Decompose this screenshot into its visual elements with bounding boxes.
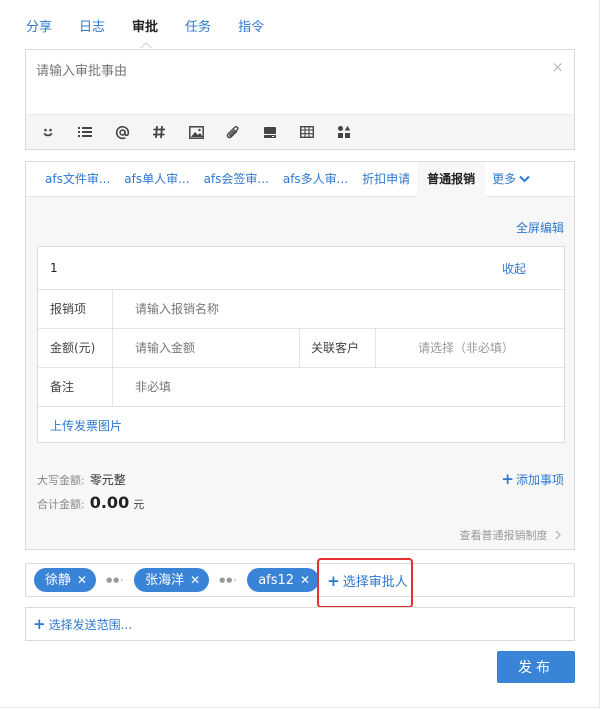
chevron-down-icon (519, 162, 530, 197)
tab-afs-multi-approval[interactable]: afs多人审... (276, 162, 355, 197)
customer-label: 关联客户 (299, 329, 376, 367)
hashtag-icon[interactable] (149, 122, 169, 142)
amount-in-words-value: 零元整 (89, 473, 126, 487)
compose-toolbar (26, 114, 574, 149)
policy-label: 查看普通报销制度 (459, 529, 548, 542)
approver-chip[interactable]: afs12 ✕ (247, 568, 320, 592)
apps-icon[interactable] (334, 122, 354, 142)
approval-type-tabs: afs文件审... afs单人审... afs会签审... afs多人审... … (26, 162, 574, 197)
approval-form-panel: afs文件审... afs单人审... afs会签审... afs多人审... … (25, 161, 575, 550)
amount-in-words-label: 大写金额: (37, 474, 85, 487)
tab-discount-request[interactable]: 折扣申请 (355, 162, 417, 197)
item-header-row: 1 收起 (38, 247, 564, 290)
collapse-link[interactable]: 收起 (502, 260, 526, 277)
remark-row: 备注 非必填 (38, 368, 564, 407)
approver-name: 徐静 (45, 573, 72, 588)
fullscreen-edit-link[interactable]: 全屏编辑 (516, 219, 564, 236)
select-approver-label: 选择审批人 (342, 574, 408, 590)
total-amount-unit: 元 (133, 498, 145, 511)
total-amount-label: 合计金额: (37, 498, 85, 511)
table-icon[interactable] (297, 122, 317, 142)
item-name-label: 报销项 (38, 290, 113, 328)
reimbursement-item-form: 1 收起 报销项 请输入报销名称 金额(元) 请输入金额 关联客户 请选择（非必… (37, 246, 565, 443)
drive-icon[interactable] (260, 122, 280, 142)
reason-compose-box: × (25, 49, 575, 150)
remove-icon[interactable]: ✕ (77, 573, 87, 587)
more-label: 更多 (492, 172, 517, 186)
plus-icon: + (501, 470, 514, 488)
approver-chip[interactable]: 徐静 ✕ (34, 568, 97, 592)
upload-row: 上传发票图片 (38, 407, 564, 442)
top-tab-bar: 分享 日志 审批 任务 指令 (26, 0, 291, 49)
approver-chain: 徐静 ✕ ●●› 张海洋 ✕ ●●› afs12 ✕ + 选择审批人 (25, 563, 575, 597)
approver-chip[interactable]: 张海洋 ✕ (134, 568, 210, 592)
amount-row: 金额(元) 请输入金额 关联客户 请选择（非必填） (38, 329, 564, 368)
send-scope-label: 选择发送范围... (48, 618, 133, 632)
tab-command[interactable]: 指令 (238, 0, 264, 48)
tab-general-reimbursement[interactable]: 普通报销 (417, 162, 486, 197)
emoji-icon[interactable] (38, 122, 58, 142)
select-approver-button[interactable]: + 选择审批人 (327, 571, 408, 590)
approval-reason-input[interactable] (26, 50, 574, 114)
chain-arrow-icon: ●●› (106, 576, 125, 584)
tab-share[interactable]: 分享 (26, 0, 52, 48)
add-item-button[interactable]: + 添加事项 (501, 470, 564, 488)
amount-label: 金额(元) (38, 329, 113, 367)
image-icon[interactable] (186, 122, 206, 142)
plus-icon: + (33, 615, 46, 633)
approver-name: 张海洋 (145, 573, 185, 588)
total-amount-value: 0.00 (89, 493, 130, 512)
total-amount: 合计金额: 0.00 元 (37, 493, 144, 512)
clear-icon[interactable]: × (551, 58, 564, 76)
add-item-label: 添加事项 (515, 473, 564, 487)
attachment-icon[interactable] (223, 122, 243, 142)
customer-select[interactable]: 请选择（非必填） (418, 329, 514, 367)
tab-log[interactable]: 日志 (79, 0, 105, 48)
remark-input[interactable]: 非必填 (135, 368, 171, 406)
tab-afs-countersign-approval[interactable]: afs会签审... (197, 162, 276, 197)
approval-composer: 分享 日志 审批 任务 指令 × (0, 0, 600, 708)
list-icon[interactable] (75, 122, 95, 142)
chevron-right-icon (555, 530, 561, 540)
item-index: 1 (50, 261, 58, 275)
remark-label: 备注 (38, 368, 113, 406)
publish-button[interactable]: 发布 (497, 651, 575, 683)
plus-icon: + (327, 571, 340, 590)
send-scope-field[interactable]: + 选择发送范围... (25, 607, 575, 641)
chain-arrow-icon: ●●› (219, 576, 238, 584)
approver-name: afs12 (258, 573, 295, 588)
mention-icon[interactable] (112, 122, 132, 142)
policy-link[interactable]: 查看普通报销制度 (460, 527, 563, 543)
remove-icon[interactable]: ✕ (300, 573, 310, 587)
item-name-row: 报销项 请输入报销名称 (38, 290, 564, 329)
remove-icon[interactable]: ✕ (190, 573, 200, 587)
tab-approval[interactable]: 审批 (132, 0, 158, 49)
amount-in-words: 大写金额: 零元整 (37, 471, 126, 488)
item-name-input[interactable]: 请输入报销名称 (135, 290, 219, 328)
tab-afs-file-approval[interactable]: afs文件审... (26, 162, 117, 197)
amount-input[interactable]: 请输入金额 (135, 329, 195, 367)
upload-invoice-link[interactable]: 上传发票图片 (50, 417, 122, 434)
tab-task[interactable]: 任务 (185, 0, 211, 48)
tab-more[interactable]: 更多 (485, 162, 537, 197)
tab-afs-single-approval[interactable]: afs单人审... (117, 162, 196, 197)
